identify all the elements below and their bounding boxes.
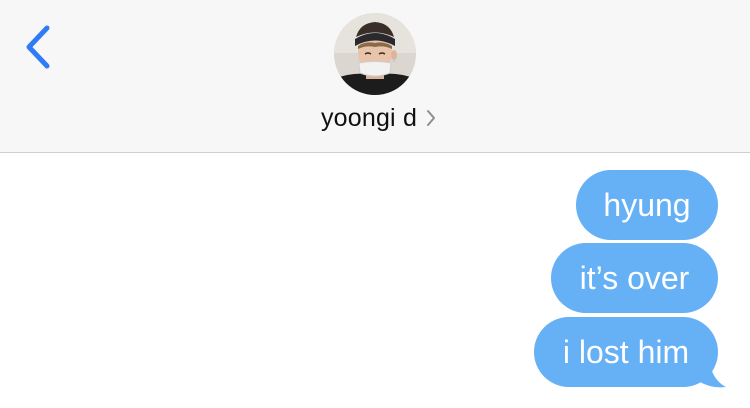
chevron-right-icon [425,109,437,127]
avatar[interactable] [334,13,416,95]
outgoing-message-bubble[interactable]: it’s over [551,243,718,313]
contact-name: yoongi d [320,103,418,132]
contact-details-button[interactable]: yoongi d [0,101,750,135]
conversation-screen: yoongi d hyung it’s over i lost him [0,0,750,408]
conversation-header: yoongi d [0,0,750,153]
message-thread: hyung it’s over i lost him [0,153,750,408]
outgoing-message-bubble[interactable]: hyung [576,170,718,240]
contact-info: yoongi d [0,0,750,152]
outgoing-message-bubble[interactable]: i lost him [534,317,718,387]
